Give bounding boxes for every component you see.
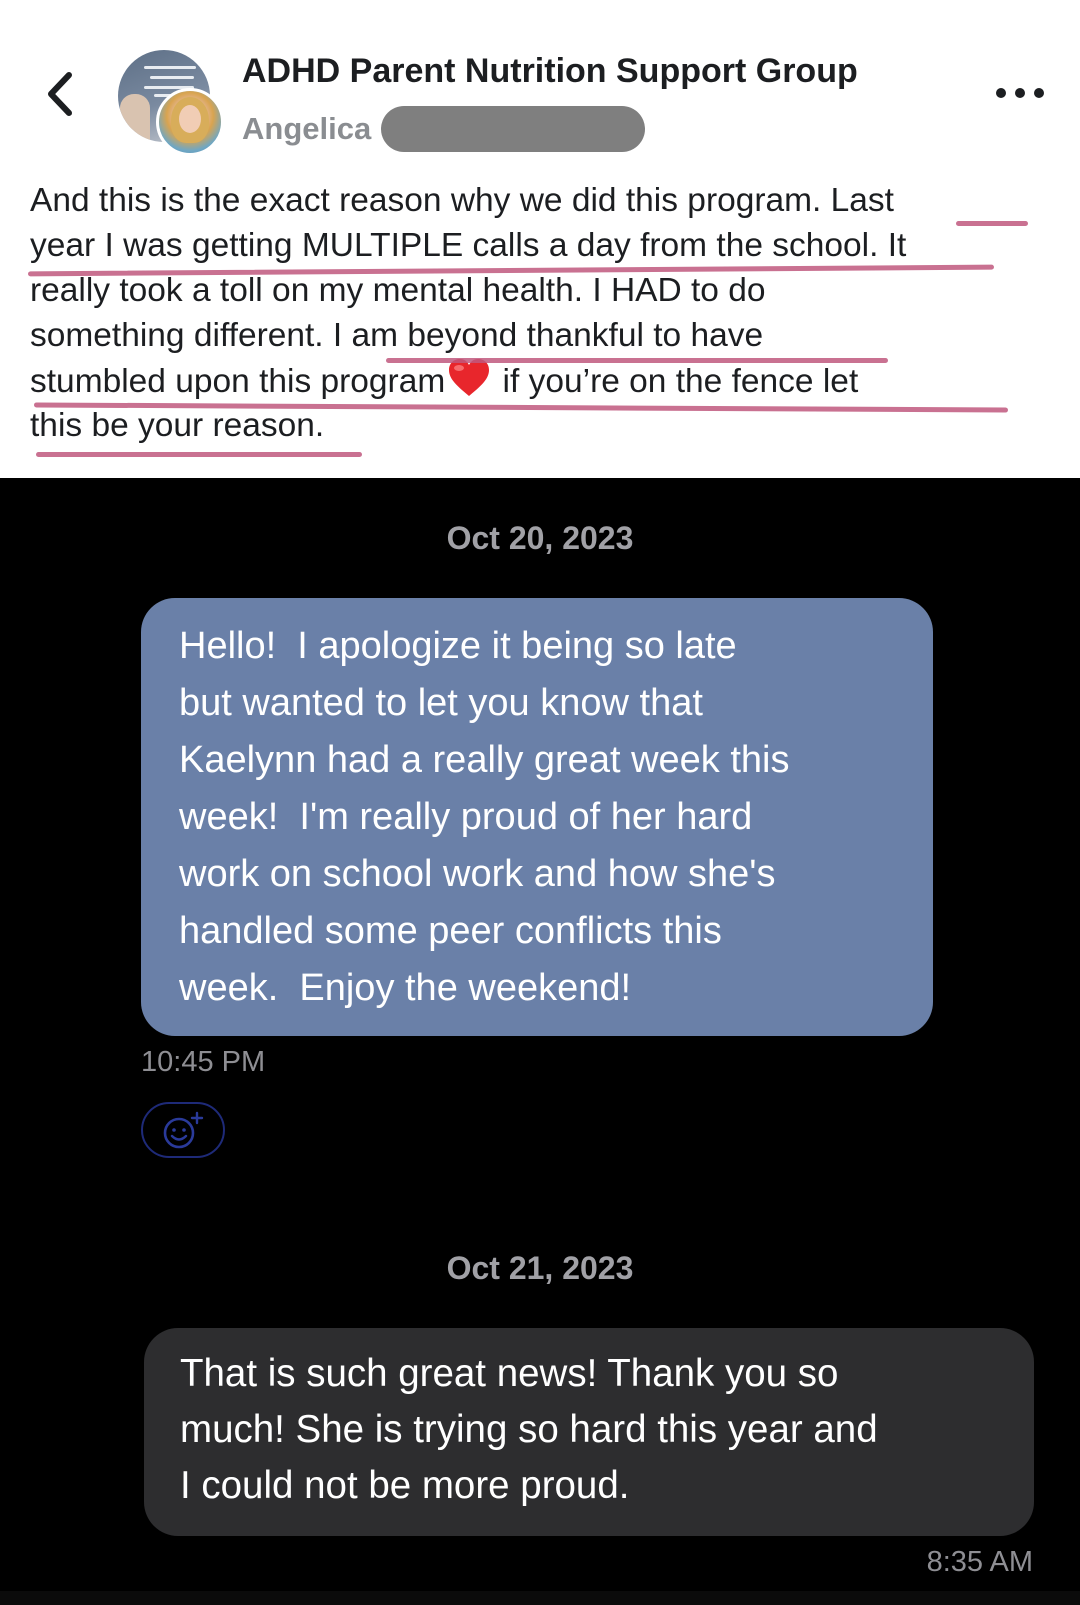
group-title[interactable]: ADHD Parent Nutrition Support Group xyxy=(242,52,858,91)
date-divider: Oct 20, 2023 xyxy=(446,520,634,556)
message-line: but wanted to let you know that xyxy=(179,682,703,724)
highlight-underline xyxy=(36,452,362,457)
message-line: handled some peer conflicts this xyxy=(179,910,722,952)
message-line: Hello! I apologize it being so late xyxy=(179,625,737,667)
highlight-underline xyxy=(386,358,888,363)
author-name[interactable]: Angelica xyxy=(242,111,371,147)
bottom-edge xyxy=(0,1591,1080,1605)
incoming-message-bubble[interactable]: Hello! I apologize it being so late but … xyxy=(141,598,933,1036)
date-divider: Oct 21, 2023 xyxy=(446,1250,634,1286)
post-card: ADHD Parent Nutrition Support Group Ange… xyxy=(0,0,1080,478)
message-line: work on school work and how she's xyxy=(179,853,776,895)
back-button[interactable] xyxy=(40,68,80,120)
highlight-underline xyxy=(956,221,1028,226)
red-heart-icon xyxy=(449,359,490,396)
post-line: stumbled upon this program if you’re on … xyxy=(30,358,1060,403)
message-thread: Oct 20, 2023 Hello! I apologize it being… xyxy=(0,478,1080,1605)
add-reaction-button[interactable] xyxy=(141,1102,225,1158)
outgoing-message-bubble[interactable]: That is such great news! Thank you so mu… xyxy=(144,1328,1034,1536)
more-options-button[interactable] xyxy=(996,82,1044,104)
post-line: something different. I am beyond thankfu… xyxy=(30,317,764,354)
post-line: year I was getting MULTIPLE calls a day … xyxy=(30,227,907,264)
message-line: I could not be more proud. xyxy=(180,1464,630,1507)
message-line: That is such great news! Thank you so xyxy=(180,1352,839,1395)
message-line: much! She is trying so hard this year an… xyxy=(180,1408,878,1451)
message-line: week! I'm really proud of her hard xyxy=(179,796,753,838)
message-line: Kaelynn had a really great week this xyxy=(179,739,790,781)
post-line-segment: stumbled upon this program xyxy=(30,363,446,400)
add-reaction-icon xyxy=(163,1111,204,1149)
post-line-segment: if you’re on the fence let xyxy=(493,363,859,400)
user-avatar xyxy=(156,88,224,156)
author-row: Angelica xyxy=(242,106,646,152)
message-line: week. Enjoy the weekend! xyxy=(179,967,632,1009)
more-horizontal-icon xyxy=(996,88,1006,98)
chevron-left-icon xyxy=(48,72,72,116)
post-line: And this is the exact reason why we did … xyxy=(30,182,894,219)
group-avatar[interactable] xyxy=(118,50,224,156)
redacted-name xyxy=(381,106,646,152)
message-timestamp: 8:35 AM xyxy=(926,1546,1033,1578)
message-timestamp: 10:45 PM xyxy=(141,1046,266,1078)
